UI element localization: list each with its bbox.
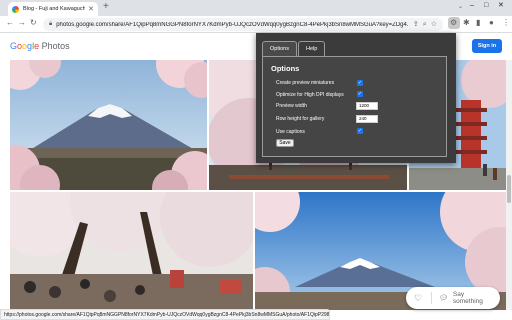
tab-help[interactable]: Help xyxy=(297,41,326,56)
browser-tab[interactable]: Blog - Fuji and Kawaguchiko ✕ xyxy=(8,2,98,16)
photo-crowd-blossoms-image xyxy=(10,192,253,310)
heart-icon[interactable]: ♡ xyxy=(414,293,422,303)
pill-divider xyxy=(431,292,432,304)
minimize-icon[interactable]: – xyxy=(470,2,474,9)
tab-options[interactable]: Options xyxy=(262,41,297,56)
zoom-icon[interactable]: ⌕ xyxy=(423,21,427,28)
option-label-use-captions: Use captions xyxy=(276,129,305,135)
option-label-preview-miniatures: Create preview miniatures xyxy=(276,80,335,86)
option-label-row-height: Row height for gallery xyxy=(276,116,325,122)
sign-in-button[interactable]: Sign in xyxy=(472,39,502,53)
preview-width-input[interactable]: 1200 xyxy=(356,102,378,110)
browser-toolbar: ← → ↻ 🔒︎ photos.google.com/share/AF1QipP… xyxy=(0,16,512,33)
options-title: Options xyxy=(271,64,300,73)
photo-crowd-blossoms[interactable] xyxy=(10,192,253,310)
tab-search-icon[interactable]: ⌄ xyxy=(458,3,463,10)
close-tab-icon[interactable]: ✕ xyxy=(88,6,94,13)
option-label-high-dpi: Optimize for High DPI displays xyxy=(276,92,344,98)
tab-title: Blog - Fuji and Kawaguchiko xyxy=(23,6,86,12)
kebab-menu-icon[interactable]: ⋮ xyxy=(502,19,510,27)
google-photos-logo[interactable]: Google Photos xyxy=(10,41,70,51)
option-label-preview-width: Preview width xyxy=(276,103,307,109)
address-bar[interactable]: 🔒︎ photos.google.com/share/AF1QipPq8mNGG… xyxy=(43,18,443,31)
puzzle-icon[interactable]: ✱ xyxy=(463,19,470,27)
say-something-input[interactable]: Say something xyxy=(453,291,492,305)
page-scrollbar-thumb[interactable] xyxy=(507,175,511,203)
extension-icon[interactable]: ⚙ xyxy=(450,19,457,27)
save-button[interactable]: Save xyxy=(276,139,294,147)
reload-icon[interactable]: ↻ xyxy=(30,19,37,27)
sidepanel-icon[interactable]: ▮ xyxy=(476,19,480,27)
comment-icon: 💬︎ xyxy=(438,295,448,302)
url-text: photos.google.com/share/AF1QipPq8mNGGPN8… xyxy=(56,21,409,28)
forward-icon[interactable]: → xyxy=(18,19,26,27)
new-tab-icon[interactable]: + xyxy=(103,2,109,12)
back-icon[interactable]: ← xyxy=(6,19,14,27)
google-photos-favicon-icon xyxy=(12,5,19,13)
profile-icon[interactable]: ● xyxy=(489,19,494,27)
status-bar-url: https://photos.google.com/share/AF1QipPq… xyxy=(0,309,330,320)
close-window-icon[interactable]: ✕ xyxy=(498,2,504,9)
tab-strip: Blog - Fuji and Kawaguchiko ✕ + ⌄ – □ ✕ xyxy=(0,0,512,16)
lock-icon[interactable]: 🔒︎ xyxy=(49,21,52,28)
photo-fuji-town[interactable] xyxy=(10,60,207,190)
maximize-icon[interactable]: □ xyxy=(484,2,488,9)
star-icon[interactable]: ☆ xyxy=(431,21,437,28)
comment-pill: ♡ 💬︎ Say something xyxy=(406,287,500,309)
checkbox-preview-miniatures[interactable]: ✓ xyxy=(357,80,363,86)
checkbox-use-captions[interactable]: ✓ xyxy=(357,128,363,134)
photo-fuji-town-image xyxy=(10,60,207,190)
popup-tab-bar: Options Help xyxy=(262,41,326,56)
share-icon[interactable]: ⇪ xyxy=(413,21,419,28)
row-height-input[interactable]: 240 xyxy=(356,115,378,123)
checkbox-high-dpi[interactable]: ✓ xyxy=(357,91,363,97)
